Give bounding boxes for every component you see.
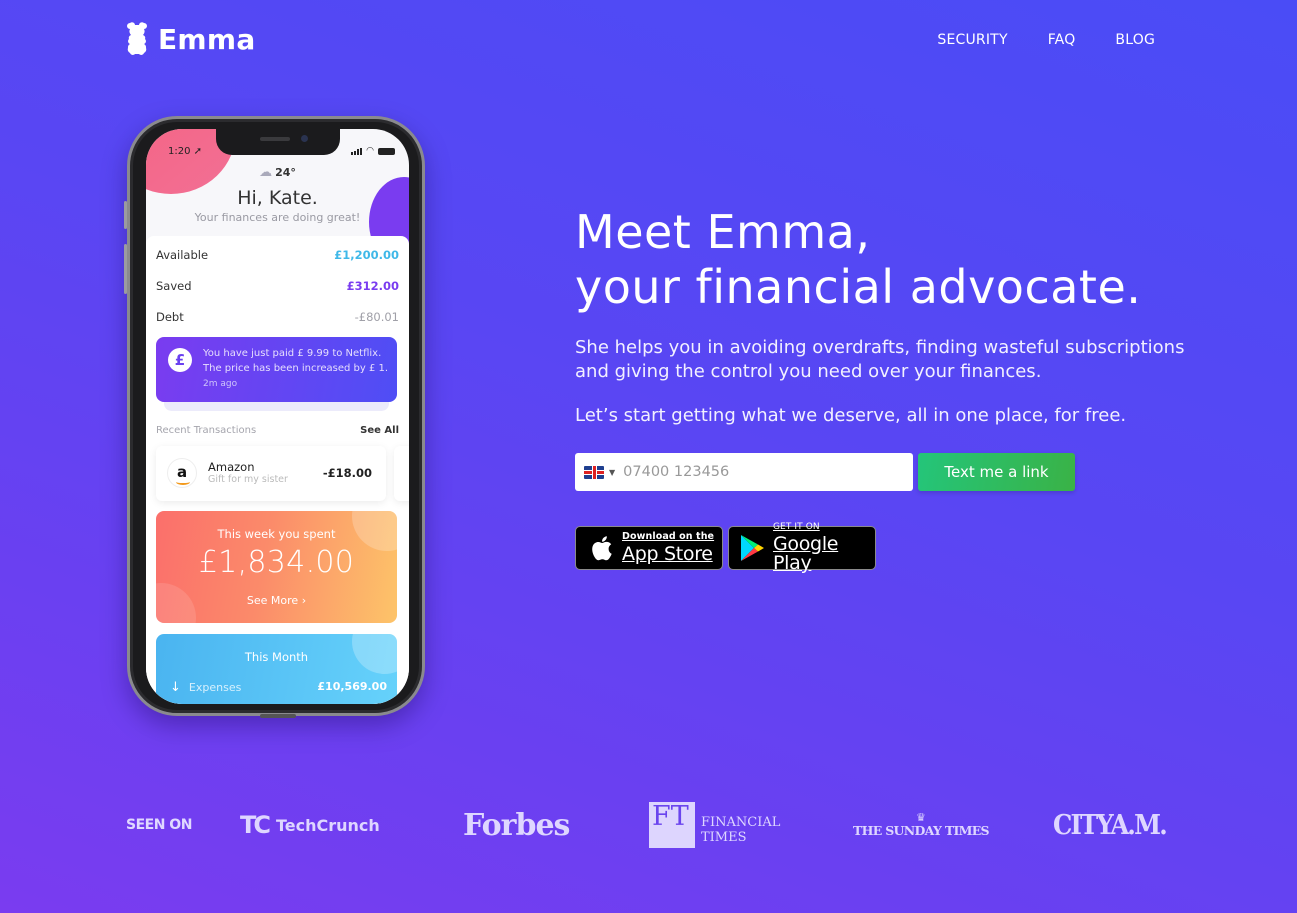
seen-on-label: SEEN ON bbox=[126, 817, 192, 833]
hero-tagline: Let’s start getting what we deserve, all… bbox=[575, 405, 1127, 426]
balance-row-debt: Debt -£80.01 bbox=[156, 310, 399, 324]
text-me-a-link-button[interactable]: Text me a link bbox=[918, 453, 1075, 491]
brand-logo[interactable]: Emma bbox=[126, 22, 256, 56]
apple-icon bbox=[586, 534, 616, 562]
financial-times-logo: FT FINANCIAL TIMES bbox=[649, 800, 780, 850]
nav-faq[interactable]: FAQ bbox=[1048, 32, 1076, 48]
status-icons: ◠ bbox=[351, 146, 395, 156]
balance-row-available: Available £1,200.00 bbox=[156, 248, 399, 262]
balances-panel: Available £1,200.00 Saved £312.00 Debt -… bbox=[146, 236, 409, 704]
forbes-logo: Forbes bbox=[463, 807, 570, 843]
home-indicator bbox=[260, 714, 296, 718]
see-all-link: See All bbox=[360, 425, 399, 436]
gummy-bear-icon bbox=[127, 22, 147, 55]
signal-icon bbox=[351, 147, 363, 155]
greeting-subtitle: Your finances are doing great! bbox=[194, 211, 361, 224]
brand-name: Emma bbox=[158, 22, 256, 56]
location-arrow-icon: ➚ bbox=[193, 146, 203, 157]
notification-card: £ You have just paid £ 9.99 to Netflix. T… bbox=[156, 337, 397, 402]
phone-screen: 1:20 ➚ ◠ ☁ 24° Hi, Kate. Your finances ar… bbox=[146, 129, 409, 704]
rain-cloud-icon: ☁ bbox=[259, 165, 273, 180]
pound-coin-icon: £ bbox=[168, 348, 192, 372]
hero-headline: Meet Emma, your financial advocate. bbox=[575, 205, 1142, 314]
status-time: 1:20 ➚ bbox=[168, 146, 203, 157]
nav-blog[interactable]: BLOG bbox=[1115, 32, 1155, 48]
phone-number-input[interactable] bbox=[623, 464, 894, 480]
city-am-logo: CITYA.M. bbox=[1053, 809, 1168, 841]
country-dropdown-caret-icon[interactable]: ▼ bbox=[609, 468, 615, 477]
greeting: Hi, Kate. bbox=[237, 187, 318, 209]
phone-notch bbox=[216, 129, 340, 155]
recent-transactions-header: Recent Transactions See All bbox=[156, 425, 399, 436]
balance-row-saved: Saved £312.00 bbox=[156, 279, 399, 293]
month-card: This Month ↓ Expenses £10,569.00 bbox=[156, 634, 397, 704]
google-play-icon bbox=[739, 534, 767, 562]
uk-flag-icon[interactable] bbox=[584, 465, 604, 479]
phone-mockup: 1:20 ➚ ◠ ☁ 24° Hi, Kate. Your finances ar… bbox=[124, 116, 425, 718]
sunday-times-logo: ♛ THE SUNDAY TIMES bbox=[853, 810, 990, 838]
transaction-card: a Amazon Gift for my sister -£18.00 bbox=[156, 446, 386, 501]
week-spending-card: This week you spent £1,834.00 See More › bbox=[156, 511, 397, 623]
crest-icon: ♛ bbox=[916, 810, 926, 824]
weather: ☁ 24° bbox=[259, 165, 296, 180]
arrow-down-icon: ↓ bbox=[170, 680, 181, 695]
phone-number-field: ▼ bbox=[575, 453, 913, 491]
chevron-right-icon: › bbox=[301, 594, 307, 607]
nav-security[interactable]: SECURITY bbox=[937, 32, 1007, 48]
transaction-card-peek bbox=[394, 446, 409, 501]
battery-icon bbox=[378, 147, 395, 155]
techcrunch-logo: TC TechCrunch bbox=[240, 811, 380, 839]
amazon-logo-icon: a bbox=[167, 458, 197, 488]
google-play-badge[interactable]: GET IT ON Google Play bbox=[728, 523, 876, 573]
hero-description: She helps you in avoiding overdrafts, fi… bbox=[575, 337, 1185, 382]
wifi-icon: ◠ bbox=[366, 146, 374, 156]
app-store-badge[interactable]: Download on the App Store bbox=[575, 526, 723, 570]
main-nav: SECURITY FAQ BLOG bbox=[937, 32, 1155, 48]
